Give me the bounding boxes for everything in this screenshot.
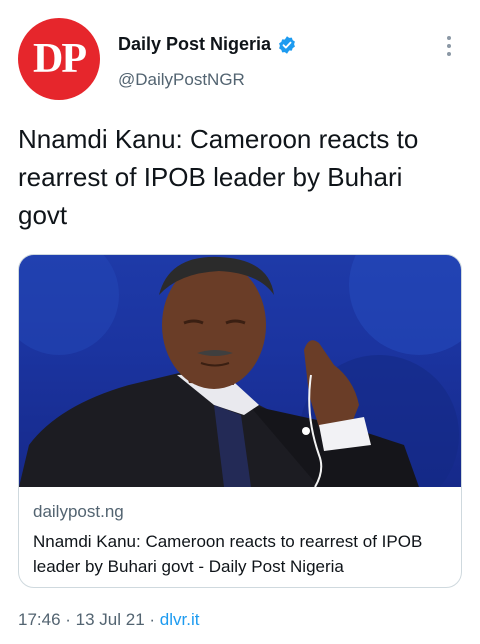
verified-badge-icon [279, 35, 295, 54]
author-avatar[interactable]: DP [18, 18, 100, 100]
author-handle[interactable]: @DailyPostNGR [118, 70, 245, 90]
tweet-time[interactable]: 17:46 [18, 610, 61, 629]
tweet[interactable]: DP Daily Post Nigeria @DailyPostNGR Nnam… [0, 0, 480, 644]
meta-separator-2: · [144, 610, 160, 629]
more-options-icon[interactable] [446, 36, 452, 56]
card-image[interactable] [19, 255, 461, 487]
meta-separator: · [60, 610, 76, 629]
card-domain: dailypost.ng [33, 502, 124, 521]
card-photo [19, 255, 461, 487]
card-body[interactable]: dailypost.ng Nnamdi Kanu: Cameroon react… [19, 487, 461, 587]
author-display-name[interactable]: Daily Post Nigeria [118, 34, 271, 55]
avatar-logo-text: DP [33, 36, 87, 82]
author-name-row[interactable]: Daily Post Nigeria [118, 34, 297, 55]
link-preview-card[interactable]: dailypost.ng Nnamdi Kanu: Cameroon react… [18, 254, 462, 588]
card-title: Nnamdi Kanu: Cameroon reacts to rearrest… [33, 532, 423, 576]
tweet-source-link[interactable]: dlvr.it [160, 610, 200, 629]
tweet-date[interactable]: 13 Jul 21 [76, 610, 145, 629]
tweet-meta: 17:46 · 13 Jul 21 · dlvr.it [18, 610, 199, 630]
tweet-text: Nnamdi Kanu: Cameroon reacts to rearrest… [18, 124, 419, 230]
